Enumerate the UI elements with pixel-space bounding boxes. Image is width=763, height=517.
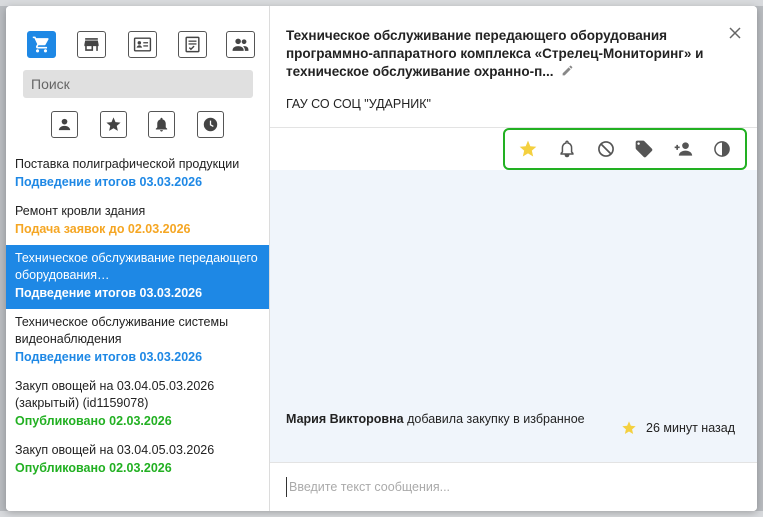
background-bottom — [0, 511, 763, 517]
message-composer — [270, 462, 757, 511]
filter-row — [51, 111, 231, 139]
purchase-list: Поставка полиграфической продукции Подве… — [6, 151, 269, 511]
category-store-button[interactable] — [77, 31, 106, 58]
list-item[interactable]: Ремонт кровли здания Подача заявок до 02… — [6, 198, 269, 245]
category-cart-button[interactable] — [27, 31, 56, 58]
favorite-button[interactable] — [516, 137, 540, 161]
organization-name: ГАУ СО СОЦ "УДАРНИК" — [286, 97, 431, 111]
list-item[interactable]: Техническое обслуживание системы видеона… — [6, 309, 269, 373]
list-item[interactable]: Поставка полиграфической продукции Подве… — [6, 151, 269, 198]
list-item[interactable]: Закуп овощей на 03.04.05.03.2026 (закрыт… — [6, 373, 269, 437]
clock-icon — [203, 117, 218, 132]
person-icon — [58, 118, 71, 131]
activity-feed: Мария Викторовна добавила закупку в избр… — [270, 170, 757, 462]
assign-user-button[interactable] — [671, 137, 695, 161]
filter-mine-button[interactable] — [51, 111, 78, 138]
action-toolbar-area — [270, 128, 757, 170]
list-item[interactable]: Закуп овощей на 03.04.05.03.2026 Опублик… — [6, 437, 269, 484]
notify-button[interactable] — [555, 137, 579, 161]
store-icon — [84, 38, 99, 51]
list-item-title: Техническое обслуживание системы видеона… — [15, 315, 229, 346]
purchase-title-text: Техническое обслуживание передающего обо… — [286, 28, 704, 79]
activity-message: Мария Викторовна добавила закупку в избр… — [286, 409, 586, 429]
cart-icon — [32, 36, 49, 53]
filter-favorites-button[interactable] — [100, 111, 127, 138]
add-person-icon — [674, 142, 693, 156]
purchase-title: Техническое обслуживание передающего обо… — [286, 27, 711, 81]
list-item-status: Подведение итогов 03.03.2026 — [15, 350, 203, 364]
star-icon — [519, 140, 537, 157]
list-item-title: Закуп овощей на 03.04.05.03.2026 (закрыт… — [15, 379, 215, 410]
action-toolbar — [503, 128, 747, 170]
category-row — [27, 31, 257, 59]
list-item-selected[interactable]: Техническое обслуживание передающего обо… — [6, 245, 269, 309]
list-item-status: Подведение итогов 03.03.2026 — [15, 286, 203, 300]
star-icon — [106, 117, 121, 131]
pencil-icon[interactable] — [561, 64, 574, 77]
detail-panel: Техническое обслуживание передающего обо… — [270, 6, 757, 511]
list-item-title: Ремонт кровли здания — [15, 204, 146, 218]
list-item-status: Опубликовано 02.03.2026 — [15, 461, 172, 475]
message-text: добавила закупку в избранное — [403, 412, 585, 426]
bell-icon — [560, 140, 574, 158]
list-item-title: Закуп овощей на 03.04.05.03.2026 — [15, 443, 215, 457]
checklist-icon — [185, 36, 200, 53]
category-people-button[interactable] — [226, 31, 255, 58]
tag-icon — [635, 140, 653, 158]
list-item-title: Поставка полиграфической продукции — [15, 157, 240, 171]
detail-header: Техническое обслуживание передающего обо… — [270, 6, 757, 128]
category-contacts-button[interactable] — [128, 31, 157, 58]
message-time: 26 минут назад — [646, 421, 735, 435]
filter-notifications-button[interactable] — [148, 111, 175, 138]
tag-button[interactable] — [632, 137, 656, 161]
message-author: Мария Викторовна — [286, 412, 404, 426]
purchase-dialog: Поставка полиграфической продукции Подве… — [6, 6, 757, 511]
sidebar: Поставка полиграфической продукции Подве… — [6, 6, 270, 511]
bell-icon — [155, 117, 168, 132]
star-icon — [622, 421, 636, 434]
category-checklist-button[interactable] — [178, 31, 207, 58]
contrast-icon — [713, 141, 730, 157]
message-input[interactable] — [286, 477, 726, 497]
close-icon[interactable] — [727, 25, 743, 41]
people-icon — [232, 38, 249, 51]
filter-deadline-button[interactable] — [197, 111, 224, 138]
block-icon — [597, 141, 614, 157]
contact-card-icon — [133, 37, 152, 52]
list-item-status: Подведение итогов 03.03.2026 — [15, 175, 203, 189]
message-meta: 26 минут назад — [621, 420, 735, 436]
search-input[interactable] — [23, 70, 253, 98]
list-item-status: Опубликовано 02.03.2026 — [15, 414, 172, 428]
list-item-title: Техническое обслуживание передающего обо… — [15, 251, 258, 282]
list-item-status: Подача заявок до 02.03.2026 — [15, 222, 191, 236]
block-button[interactable] — [594, 137, 618, 161]
contrast-button[interactable] — [710, 137, 734, 161]
